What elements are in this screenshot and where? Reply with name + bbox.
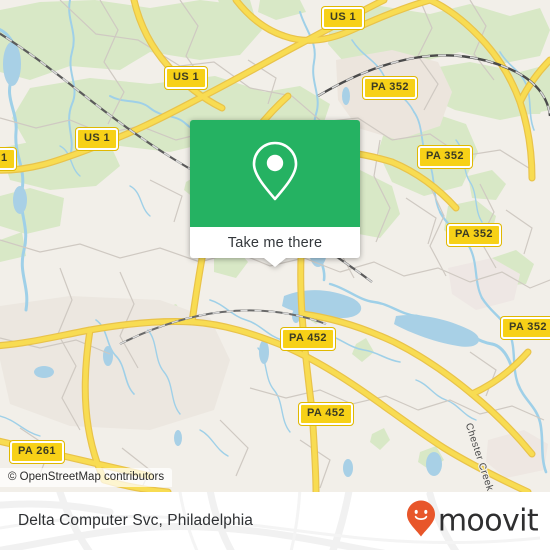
destination-popup-card[interactable]: Take me there [190, 120, 360, 267]
shield-pa-352-right-upper: PA 352 [418, 146, 472, 168]
popup-icon-area [190, 120, 360, 227]
shield-pa-452-lower: PA 452 [299, 403, 353, 425]
shield-us-1-top: US 1 [322, 7, 365, 29]
shield-us-1-upper-left: US 1 [165, 67, 208, 89]
shield-pa-352-right-mid: PA 352 [447, 224, 501, 246]
osm-attribution[interactable]: © OpenStreetMap contributors [0, 468, 173, 487]
shield-pa-352-top: PA 352 [363, 77, 417, 99]
popup-tail [264, 258, 286, 267]
footer-bar: Delta Computer Svc, Philadelphia moovit [0, 492, 550, 550]
moovit-wordmark: moovit [437, 503, 539, 538]
shield-pa-261: PA 261 [10, 441, 64, 463]
popup-action-area[interactable]: Take me there [190, 227, 360, 258]
moovit-brand[interactable]: moovit [406, 500, 539, 543]
place-title: Delta Computer Svc, Philadelphia [18, 512, 253, 529]
map-screenshot: US 1 US 1 US 1 1 PA 352 PA 352 PA 352 PA… [0, 0, 550, 550]
shield-1-edge: 1 [0, 148, 16, 170]
shield-pa-352-right-lower: PA 352 [501, 317, 550, 339]
map-canvas[interactable]: US 1 US 1 US 1 1 PA 352 PA 352 PA 352 PA… [0, 0, 550, 492]
take-me-there-label: Take me there [227, 234, 323, 251]
moovit-pin-icon [406, 500, 436, 543]
shield-pa-452-upper: PA 452 [281, 328, 335, 350]
shield-us-1-left: US 1 [76, 128, 119, 150]
map-pin-icon [249, 139, 301, 208]
